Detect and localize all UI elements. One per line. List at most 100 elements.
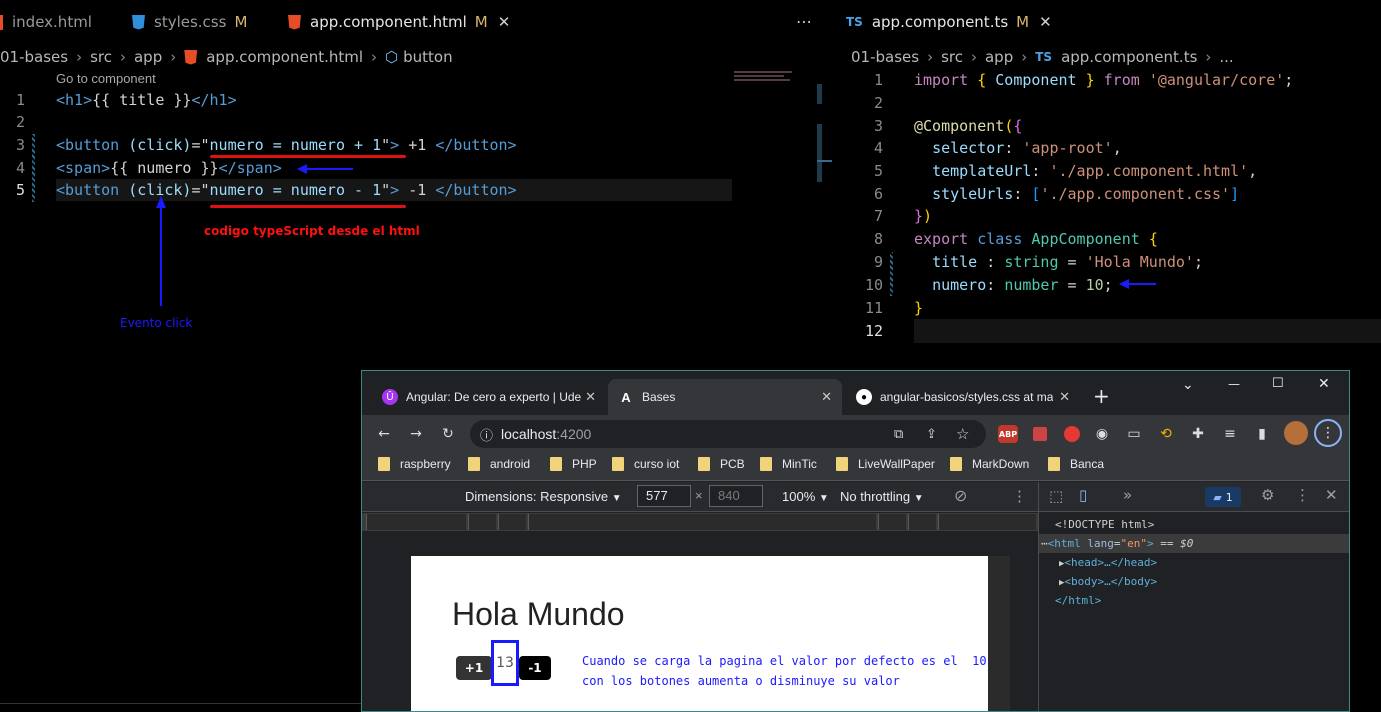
- side-panel-icon[interactable]: ▮: [1252, 424, 1272, 444]
- address-bar[interactable]: ⓘ localhost:4200 ⧉ ⇪ ☆: [470, 420, 986, 448]
- rendered-page: Hola Mundo +1 13 -1 Cuando se carga la p…: [411, 556, 988, 711]
- breadcrumb-item[interactable]: src: [90, 48, 112, 66]
- share-icon[interactable]: ⇪: [926, 426, 937, 442]
- device-toggle-icon[interactable]: ▯: [1079, 486, 1087, 504]
- media-query-ruler[interactable]: [362, 513, 1038, 531]
- breadcrumb-item[interactable]: app.component.html: [206, 48, 363, 66]
- browser-tab-udemy[interactable]: Û Angular: De cero a experto | Ude ✕: [372, 379, 606, 415]
- breadcrumb-item[interactable]: src: [941, 48, 963, 66]
- breadcrumb-item[interactable]: app: [134, 48, 162, 66]
- close-window-button[interactable]: ✕: [1318, 376, 1330, 392]
- close-tab-icon[interactable]: ✕: [821, 389, 832, 405]
- bookmark-folder[interactable]: curso iot: [612, 457, 679, 471]
- more-options-icon[interactable]: ⋮: [1012, 487, 1027, 505]
- dimensions-label: Dimensions: Responsive: [465, 489, 609, 504]
- minimize-button[interactable]: —: [1228, 377, 1240, 391]
- throttling-select[interactable]: No throttling ▼: [840, 489, 924, 504]
- codelens-go-to-component[interactable]: Go to component: [56, 71, 156, 86]
- increment-button[interactable]: +1: [456, 656, 492, 680]
- udemy-icon: Û: [382, 389, 398, 405]
- breadcrumb-item[interactable]: 01-bases: [851, 48, 919, 66]
- forward-icon[interactable]: →: [406, 424, 426, 444]
- avatar[interactable]: [1284, 421, 1308, 445]
- dom-html-close[interactable]: </html>: [1055, 591, 1101, 610]
- device-toolbar: Dimensions: Responsive ▼ 577 × 840 100% …: [362, 482, 1038, 512]
- times-sign: ×: [695, 488, 703, 503]
- bookmark-folder[interactable]: PHP: [550, 457, 597, 471]
- dom-body-node[interactable]: <body>…</body>: [1064, 575, 1157, 588]
- line-number: 5: [15, 181, 25, 199]
- zoom-select[interactable]: 100% ▼: [782, 489, 829, 504]
- tab-app-component-ts[interactable]: TS app.component.ts M ✕: [846, 0, 1052, 44]
- cube-icon: ⬡: [385, 48, 399, 66]
- dom-html-tag[interactable]: <html: [1048, 537, 1081, 550]
- bookmark-folder[interactable]: android: [468, 457, 530, 471]
- bookmark-folder[interactable]: PCB: [698, 457, 745, 471]
- bookmark-folder[interactable]: MarkDown: [950, 457, 1029, 471]
- browser-tab-github[interactable]: ● angular-basicos/styles.css at ma ✕: [846, 379, 1080, 415]
- bookmark-folder[interactable]: Banca: [1048, 457, 1104, 471]
- dom-doctype[interactable]: <!DOCTYPE html>: [1055, 515, 1154, 534]
- browser-tab-title: Angular: De cero a experto | Ude: [406, 390, 582, 404]
- annotation-note-line1: Cuando se carga la pagina el valor por d…: [582, 654, 987, 668]
- close-icon[interactable]: ✕: [1039, 13, 1052, 31]
- device-height-input[interactable]: 840: [709, 485, 763, 507]
- tab-app-component-html[interactable]: app.component.html M ✕: [288, 0, 510, 44]
- settings-gear-icon[interactable]: ⚙: [1261, 486, 1274, 504]
- info-icon[interactable]: ⓘ: [480, 425, 493, 444]
- tab-search-icon[interactable]: ⌄: [1182, 377, 1194, 393]
- extension-icon-5[interactable]: ⟲: [1156, 424, 1176, 444]
- close-devtools-icon[interactable]: ✕: [1325, 486, 1338, 504]
- browser-tab-bases[interactable]: A Bases ✕: [608, 379, 842, 415]
- close-tab-icon[interactable]: ✕: [585, 389, 596, 405]
- new-tab-button[interactable]: +: [1093, 384, 1110, 408]
- more-actions-icon[interactable]: ⋯: [796, 12, 812, 31]
- extensions-puzzle-icon[interactable]: ✚: [1188, 424, 1208, 444]
- devtools-menu-icon[interactable]: ⋮: [1295, 486, 1310, 504]
- bookmark-star-icon[interactable]: ☆: [956, 425, 969, 443]
- extension-icon-4[interactable]: ▭: [1124, 424, 1144, 444]
- dimensions-select[interactable]: Dimensions: Responsive ▼: [465, 489, 622, 504]
- extension-icon-3[interactable]: ◉: [1092, 424, 1112, 444]
- browser-menu-icon[interactable]: ⋮: [1314, 419, 1342, 447]
- tab-index-html[interactable]: index.html: [0, 0, 92, 44]
- breadcrumb-item[interactable]: app.component.ts: [1061, 48, 1197, 66]
- tab-styles-css[interactable]: styles.css M: [132, 0, 247, 44]
- rotate-icon[interactable]: ⊘: [954, 486, 967, 506]
- bookmark-label: PCB: [720, 457, 745, 471]
- breadcrumb-item[interactable]: button: [403, 48, 452, 66]
- breadcrumb-item[interactable]: 01-bases: [0, 48, 68, 66]
- minimap[interactable]: [734, 70, 794, 82]
- viewport-resize-handle[interactable]: [988, 556, 1010, 711]
- back-icon[interactable]: ←: [374, 424, 394, 444]
- extension-stop-icon[interactable]: [1062, 424, 1082, 444]
- issues-badge[interactable]: ▰ 1: [1205, 487, 1241, 507]
- scrollbar-thumb[interactable]: [817, 124, 822, 182]
- bookmark-folder[interactable]: MinTic: [760, 457, 817, 471]
- devtools-panel: ⬚ ▯ » ▰ 1 ⚙ ⋮ ✕ <!DOCTYPE html> ⋯<html la…: [1038, 482, 1349, 711]
- decrement-button[interactable]: -1: [519, 656, 551, 680]
- translate-icon[interactable]: ⧉: [894, 426, 903, 442]
- extension-icon-1[interactable]: [1030, 424, 1050, 444]
- device-width-input[interactable]: 577: [637, 485, 691, 507]
- bookmark-folder[interactable]: LiveWallPaper: [836, 457, 935, 471]
- reload-icon[interactable]: ↻: [438, 424, 458, 444]
- close-tab-icon[interactable]: ✕: [1059, 389, 1070, 405]
- adblock-plus-icon[interactable]: ABP: [998, 425, 1018, 443]
- line-number: 1: [15, 91, 25, 109]
- media-queue-icon[interactable]: ≡: [1220, 424, 1240, 444]
- bookmark-label: Banca: [1070, 457, 1105, 471]
- bookmark-folder[interactable]: raspberry: [378, 457, 451, 471]
- scroll-indicator: [817, 160, 832, 162]
- breadcrumb-item[interactable]: ...: [1219, 48, 1233, 66]
- ts-line-1: import { Component } from '@angular/core…: [914, 71, 1294, 89]
- tab-label: app.component.html: [310, 13, 467, 31]
- close-icon[interactable]: ✕: [498, 13, 511, 31]
- breadcrumb-item[interactable]: app: [985, 48, 1013, 66]
- more-panels-icon[interactable]: »: [1123, 486, 1132, 504]
- code-line-3: <button (click)="numero = numero + 1"> +…: [56, 136, 517, 154]
- maximize-button[interactable]: ☐: [1272, 376, 1284, 391]
- dom-head-node[interactable]: <head>…</head>: [1064, 556, 1157, 569]
- line-number: 5: [873, 162, 883, 180]
- inspect-element-icon[interactable]: ⬚: [1049, 487, 1063, 505]
